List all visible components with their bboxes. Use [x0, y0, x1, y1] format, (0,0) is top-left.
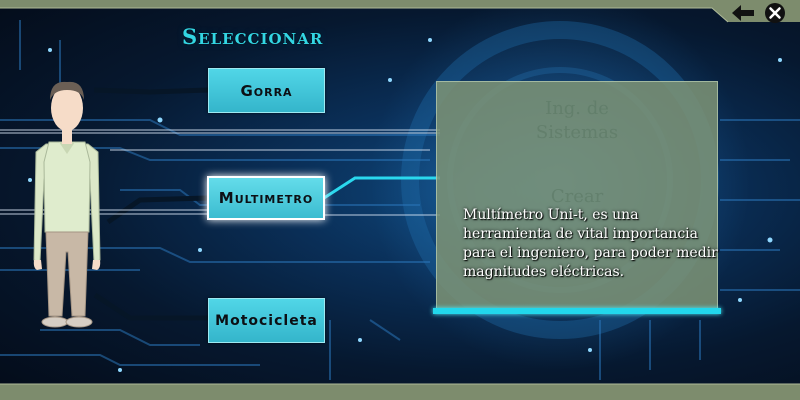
- option-label: Multimetro: [218, 189, 314, 207]
- scene-background: Seleccionar Gorra Multimetro Motocicleta…: [0, 0, 800, 400]
- panel-watermark-line: Sistemas: [535, 122, 619, 143]
- panel-watermark-line: Crear: [550, 186, 604, 207]
- option-label: Motocicleta: [215, 312, 318, 329]
- option-motocicleta-button[interactable]: Motocicleta: [208, 298, 325, 343]
- top-frame-bar: [0, 0, 800, 23]
- option-multimetro-button[interactable]: Multimetro: [207, 176, 325, 220]
- arrow-left-icon[interactable]: [732, 4, 754, 22]
- avatar-character: [33, 81, 101, 328]
- option-label: Gorra: [240, 81, 293, 100]
- close-circle-icon[interactable]: [764, 2, 786, 24]
- option-gorra-button[interactable]: Gorra: [208, 68, 325, 113]
- panel-underline-accent: [433, 308, 721, 314]
- panel-watermark-line: Ing. de: [545, 98, 609, 119]
- item-description: Multímetro Uni-t, es una herramienta de …: [463, 207, 718, 280]
- page-title: Seleccionar: [182, 24, 324, 49]
- bottom-frame-bar: [0, 383, 800, 400]
